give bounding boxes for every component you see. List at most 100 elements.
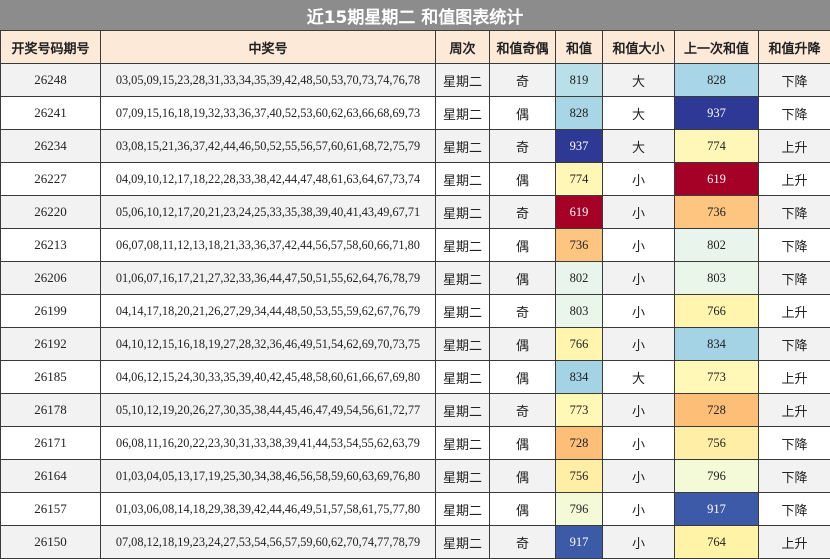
- cell-trend: 上升: [758, 294, 830, 328]
- cell-winning-numbers: 01,03,06,08,14,18,29,38,39,42,44,46,49,5…: [100, 492, 436, 526]
- header-sum: 和值: [555, 30, 603, 64]
- cell-weekday: 星期二: [435, 426, 490, 460]
- cell-sum: 773: [555, 393, 603, 427]
- cell-period: 26248: [0, 63, 101, 97]
- cell-weekday: 星期二: [435, 63, 490, 97]
- cell-size: 大: [602, 63, 675, 97]
- cell-size: 小: [602, 195, 675, 229]
- table-row: 26164 01,03,04,05,13,17,19,25,30,34,38,46…: [0, 459, 830, 493]
- cell-parity: 奇: [489, 294, 556, 328]
- cell-period: 26213: [0, 228, 101, 262]
- cell-trend: 下降: [758, 261, 830, 295]
- cell-parity: 偶: [489, 360, 556, 394]
- cell-winning-numbers: 05,10,12,19,20,26,27,30,35,38,44,45,46,4…: [100, 393, 436, 427]
- cell-parity: 偶: [489, 327, 556, 361]
- cell-period: 26220: [0, 195, 101, 229]
- cell-trend: 下降: [758, 228, 830, 262]
- cell-period: 26157: [0, 492, 101, 526]
- cell-sum: 834: [555, 360, 603, 394]
- table-row: 26185 04,06,12,15,24,30,33,35,39,40,42,45…: [0, 360, 830, 394]
- table-row: 26213 06,07,08,11,12,13,18,21,33,36,37,42…: [0, 228, 830, 262]
- cell-sum: 937: [555, 129, 603, 163]
- header-weekday: 周次: [435, 30, 490, 64]
- stats-page: 近15期星期二 和值图表统计 开奖号码期号 中奖号 周次 和值奇偶 和值 和值大…: [0, 0, 830, 559]
- cell-sum: 736: [555, 228, 603, 262]
- cell-weekday: 星期二: [435, 393, 490, 427]
- cell-parity: 偶: [489, 96, 556, 130]
- cell-sum: 766: [555, 327, 603, 361]
- cell-period: 26185: [0, 360, 101, 394]
- cell-prev-sum: 937: [674, 96, 759, 130]
- cell-sum: 728: [555, 426, 603, 460]
- cell-winning-numbers: 03,05,09,15,23,28,31,33,34,35,39,42,48,5…: [100, 63, 436, 97]
- cell-winning-numbers: 03,08,15,21,36,37,42,44,46,50,52,55,56,5…: [100, 129, 436, 163]
- cell-prev-sum: 803: [674, 261, 759, 295]
- table-row: 26206 01,06,07,16,17,21,27,32,33,36,44,47…: [0, 261, 830, 295]
- cell-parity: 奇: [489, 195, 556, 229]
- cell-period: 26199: [0, 294, 101, 328]
- cell-prev-sum: 728: [674, 393, 759, 427]
- cell-size: 小: [602, 459, 675, 493]
- cell-sum: 819: [555, 63, 603, 97]
- cell-weekday: 星期二: [435, 195, 490, 229]
- cell-size: 小: [602, 261, 675, 295]
- cell-weekday: 星期二: [435, 96, 490, 130]
- cell-prev-sum: 774: [674, 129, 759, 163]
- cell-prev-sum: 766: [674, 294, 759, 328]
- cell-trend: 上升: [758, 129, 830, 163]
- cell-weekday: 星期二: [435, 261, 490, 295]
- cell-winning-numbers: 01,06,07,16,17,21,27,32,33,36,44,47,50,5…: [100, 261, 436, 295]
- cell-period: 26227: [0, 162, 101, 196]
- table-row: 26234 03,08,15,21,36,37,42,44,46,50,52,55…: [0, 129, 830, 163]
- header-size: 和值大小: [602, 30, 675, 64]
- header-parity: 和值奇偶: [489, 30, 556, 64]
- cell-prev-sum: 773: [674, 360, 759, 394]
- cell-period: 26241: [0, 96, 101, 130]
- cell-sum: 756: [555, 459, 603, 493]
- cell-trend: 下降: [758, 327, 830, 361]
- cell-weekday: 星期二: [435, 459, 490, 493]
- cell-winning-numbers: 01,03,04,05,13,17,19,25,30,34,38,46,56,5…: [100, 459, 436, 493]
- header-row: 开奖号码期号 中奖号 周次 和值奇偶 和值 和值大小 上一次和值 和值升降: [0, 30, 830, 64]
- cell-weekday: 星期二: [435, 360, 490, 394]
- cell-trend: 上升: [758, 393, 830, 427]
- cell-parity: 奇: [489, 63, 556, 97]
- cell-period: 26164: [0, 459, 101, 493]
- header-numbers: 中奖号: [100, 30, 436, 64]
- cell-prev-sum: 802: [674, 228, 759, 262]
- sum-stats-table: 开奖号码期号 中奖号 周次 和值奇偶 和值 和值大小 上一次和值 和值升降 26…: [0, 30, 830, 559]
- cell-trend: 上升: [758, 162, 830, 196]
- cell-size: 小: [602, 162, 675, 196]
- cell-sum: 828: [555, 96, 603, 130]
- cell-trend: 下降: [758, 96, 830, 130]
- cell-period: 26234: [0, 129, 101, 163]
- cell-size: 小: [602, 327, 675, 361]
- cell-trend: 上升: [758, 360, 830, 394]
- cell-trend: 下降: [758, 492, 830, 526]
- cell-period: 26178: [0, 393, 101, 427]
- cell-period: 26171: [0, 426, 101, 460]
- cell-size: 大: [602, 96, 675, 130]
- cell-prev-sum: 917: [674, 492, 759, 526]
- table-row: 26192 04,10,12,15,16,18,19,27,28,32,36,46…: [0, 327, 830, 361]
- header-trend: 和值升降: [758, 30, 830, 64]
- cell-parity: 偶: [489, 162, 556, 196]
- cell-sum: 619: [555, 195, 603, 229]
- cell-trend: 下降: [758, 195, 830, 229]
- cell-parity: 奇: [489, 393, 556, 427]
- cell-parity: 偶: [489, 492, 556, 526]
- cell-sum: 774: [555, 162, 603, 196]
- cell-weekday: 星期二: [435, 129, 490, 163]
- cell-size: 大: [602, 360, 675, 394]
- header-prev-sum: 上一次和值: [674, 30, 759, 64]
- cell-prev-sum: 834: [674, 327, 759, 361]
- cell-trend: 下降: [758, 63, 830, 97]
- cell-prev-sum: 736: [674, 195, 759, 229]
- cell-size: 小: [602, 393, 675, 427]
- cell-prev-sum: 619: [674, 162, 759, 196]
- cell-size: 小: [602, 492, 675, 526]
- page-title: 近15期星期二 和值图表统计: [0, 0, 830, 31]
- cell-period: 26150: [0, 525, 101, 559]
- table-row: 26227 04,09,10,12,17,18,22,28,33,38,42,44…: [0, 162, 830, 196]
- cell-parity: 偶: [489, 228, 556, 262]
